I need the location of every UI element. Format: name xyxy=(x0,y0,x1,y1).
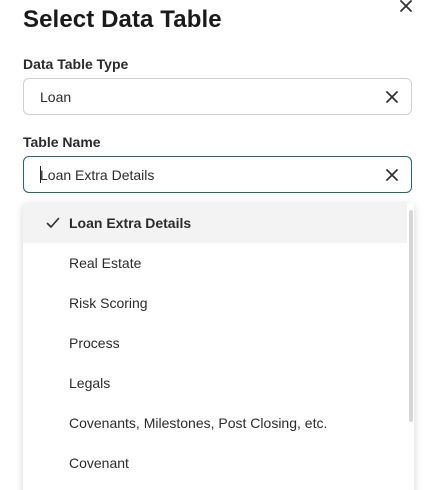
text-caret xyxy=(40,166,41,183)
clear-icon xyxy=(386,91,398,103)
dropdown-option[interactable]: Covenants, Milestones, Post Closing, etc… xyxy=(23,403,407,443)
dropdown-option-label: Risk Scoring xyxy=(69,295,148,311)
clear-type-button[interactable] xyxy=(385,90,399,104)
table-name-field[interactable]: Loan Extra Details xyxy=(23,156,412,193)
dropdown-option-label: Covenants, Milestones, Post Closing, etc… xyxy=(69,415,328,431)
dropdown-scrollbar[interactable] xyxy=(409,210,413,422)
clear-name-button[interactable] xyxy=(385,168,399,182)
dropdown-option-label: Covenant xyxy=(69,455,129,471)
table-name-value: Loan Extra Details xyxy=(40,167,155,183)
dropdown-option[interactable]: Process xyxy=(23,323,407,363)
data-table-type-field[interactable]: Loan xyxy=(23,78,412,115)
table-name-dropdown: Loan Extra Details Real Estate Risk Scor… xyxy=(23,203,414,490)
dropdown-option[interactable]: Legals xyxy=(23,363,407,403)
close-button[interactable] xyxy=(398,0,414,14)
dropdown-option[interactable]: Risk Scoring xyxy=(23,283,407,323)
clear-icon xyxy=(386,169,398,181)
close-icon xyxy=(400,0,412,12)
select-data-table-dialog: Select Data Table Data Table Type Loan T… xyxy=(0,0,425,490)
dialog-title: Select Data Table xyxy=(23,6,222,33)
data-table-type-value: Loan xyxy=(40,89,72,105)
data-table-type-label: Data Table Type xyxy=(23,56,129,72)
table-name-label: Table Name xyxy=(23,134,101,150)
dropdown-option[interactable]: Real Estate xyxy=(23,243,407,283)
dropdown-option[interactable]: Loan Extra Details xyxy=(23,203,407,243)
check-icon xyxy=(46,217,60,228)
dropdown-option[interactable]: Covenant xyxy=(23,443,407,483)
dropdown-option-label: Process xyxy=(69,335,120,351)
dropdown-option-label: Loan Extra Details xyxy=(69,215,192,231)
dropdown-option-label: Real Estate xyxy=(69,255,142,271)
dropdown-option-label: Legals xyxy=(69,375,111,391)
